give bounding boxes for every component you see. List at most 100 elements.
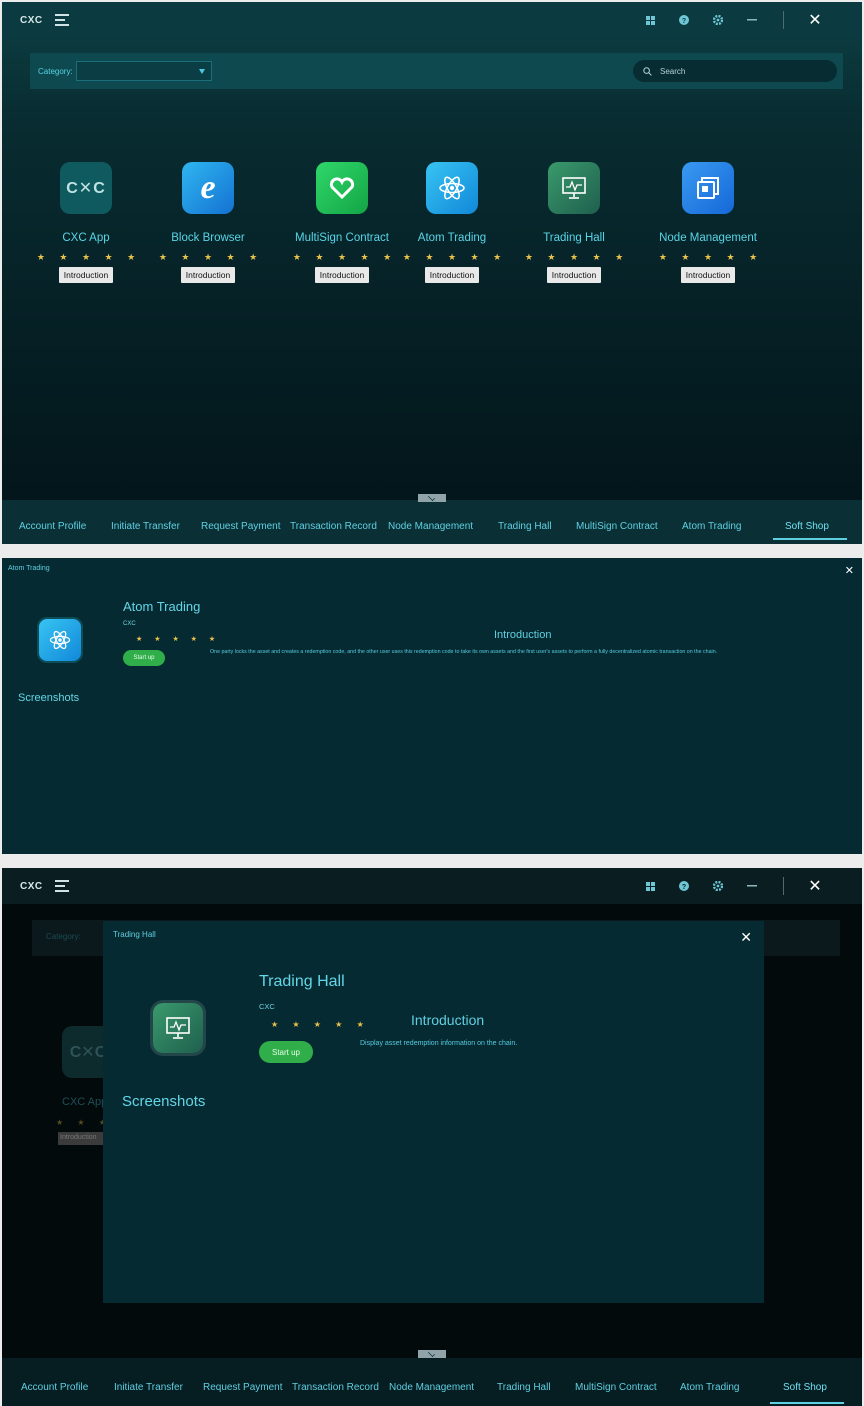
introduction-button[interactable]: Introduction [58,267,114,283]
close-icon[interactable]: ✕ [740,929,752,946]
menu-icon[interactable] [54,14,69,26]
nav-item-soft-shop[interactable]: Soft Shop [785,521,829,532]
app-name: Atom Trading [417,232,487,244]
start-up-button[interactable]: Start up [259,1041,313,1063]
close-icon[interactable]: ✕ [798,10,832,30]
browser-e-icon[interactable]: e [182,162,234,214]
app-card-atom-trading[interactable]: Atom Trading ★ ★ ★ ★ ★ Introduction [392,162,512,283]
nav-item-atom-trading[interactable]: Atom Trading [682,521,741,532]
close-icon[interactable]: ✕ [845,564,854,577]
nav-item-trading-hall[interactable]: Trading Hall [497,1382,551,1393]
screenshots-heading: Screenshots [122,1093,206,1110]
introduction-button[interactable]: Introduction [314,267,370,283]
nav-item-request-payment[interactable]: Request Payment [201,521,281,532]
chevron-down-icon [199,69,205,74]
rating-stars: ★ ★ ★ ★ ★ [292,252,398,262]
minimize-icon[interactable] [735,19,769,21]
app-card-cxc-app[interactable]: C✕C CXC App ★ ★ ★ ★ ★ Introduction [26,162,146,283]
nav-item-trading-hall[interactable]: Trading Hall [498,521,552,532]
monitor-chart-icon[interactable] [548,162,600,214]
category-label: Category: [38,67,73,76]
nav-item-account-profile[interactable]: Account Profile [19,521,86,532]
menu-icon[interactable] [54,880,69,892]
introduction-heading: Introduction [494,629,552,641]
nav-item-node-management[interactable]: Node Management [388,521,473,532]
introduction-text: Display asset redemption information on … [360,1040,518,1047]
nav-item-request-payment[interactable]: Request Payment [203,1382,283,1393]
introduction-button[interactable]: Introduction [680,267,736,283]
svg-text:?: ? [682,884,686,891]
dimmed-app-name: CXC App [62,1096,108,1108]
vendor-label: CXC [123,621,136,627]
titlebar: CXC ? ✕ [2,868,862,904]
dimmed-category-label: Category: [46,932,81,941]
active-tab-indicator [773,538,847,540]
help-icon[interactable]: ? [667,881,701,891]
collapse-chevron-icon[interactable] [418,494,446,502]
search-icon [643,66,652,76]
titlebar: CXC ? ✕ [2,2,862,38]
search-input[interactable]: Search [633,60,837,82]
nav-item-atom-trading[interactable]: Atom Trading [680,1382,739,1393]
rating-stars: ★ ★ ★ ★ ★ [524,252,630,262]
settings-gear-icon[interactable] [701,15,735,25]
nav-item-initiate-transfer[interactable]: Initiate Transfer [111,521,180,532]
app-card-multisign-contract[interactable]: MultiSign Contract ★ ★ ★ ★ ★ Introductio… [282,162,402,283]
bottom-nav: Account Profile Initiate Transfer Reques… [2,494,862,544]
nav-item-node-management[interactable]: Node Management [389,1382,474,1393]
rating-stars: ★ ★ ★ ★ ★ [658,252,764,262]
nav-item-transaction-record[interactable]: Transaction Record [292,1382,379,1393]
app-name: CXC App [62,232,110,244]
soft-shop-window: CXC ? ✕ Category: Search C✕C CXC App ★ ★… [2,2,862,544]
modal-title: Trading Hall [113,930,156,939]
collapse-chevron-icon[interactable] [418,1350,446,1358]
introduction-button[interactable]: Introduction [180,267,236,283]
titlebar-separator [783,11,784,29]
start-up-button[interactable]: Start up [123,650,165,666]
introduction-button[interactable]: Introduction [424,267,480,283]
introduction-heading: Introduction [411,1012,485,1028]
nav-item-soft-shop[interactable]: Soft Shop [783,1382,827,1393]
window-stack-icon[interactable] [682,162,734,214]
app-card-trading-hall[interactable]: Trading Hall ★ ★ ★ ★ ★ Introduction [514,162,634,283]
atom-icon[interactable] [426,162,478,214]
settings-gear-icon[interactable] [701,881,735,891]
minimize-icon[interactable] [735,885,769,887]
nav-item-transaction-record[interactable]: Transaction Record [290,521,377,532]
introduction-button[interactable]: Introduction [546,267,602,283]
rating-stars: ★ ★ ★ ★ ★ [271,1020,370,1029]
app-name: Node Management [659,232,757,244]
cxc-logo-icon[interactable]: C✕C [60,162,112,214]
titlebar-separator [783,877,784,895]
close-icon[interactable]: ✕ [798,876,832,896]
monitor-chart-icon [153,1003,203,1053]
window-title: Atom Trading [8,565,50,572]
apps-grid-icon[interactable] [633,881,667,891]
app-name: MultiSign Contract [295,232,389,244]
bottom-nav: Account Profile Initiate Transfer Reques… [2,1350,862,1406]
atom-icon [39,619,81,661]
vendor-label: CXC [259,1002,275,1011]
active-tab-indicator [770,1402,844,1404]
app-grid: C✕C CXC App ★ ★ ★ ★ ★ Introduction e Blo… [2,162,862,292]
category-select[interactable] [76,61,212,81]
app-card-node-management[interactable]: Node Management ★ ★ ★ ★ ★ Introduction [648,162,768,283]
rating-stars: ★ ★ ★ ★ ★ [158,252,264,262]
rating-stars: ★ ★ ★ ★ ★ [136,636,221,643]
trading-hall-modal-screen: CXC ? ✕ Category: C✕C CXC App ★ ★ ★ ★ ★ … [2,868,862,1406]
app-card-block-browser[interactable]: e Block Browser ★ ★ ★ ★ ★ Introduction [148,162,268,283]
help-icon[interactable]: ? [667,15,701,25]
app-title: Atom Trading [123,599,201,614]
search-placeholder: Search [660,66,686,76]
nav-item-account-profile[interactable]: Account Profile [21,1382,88,1393]
nav-item-multisign-contract[interactable]: MultiSign Contract [575,1382,657,1393]
app-name: Trading Hall [543,232,605,244]
infinity-heart-icon[interactable] [316,162,368,214]
nav-item-initiate-transfer[interactable]: Initiate Transfer [114,1382,183,1393]
rating-stars: ★ ★ ★ ★ ★ [402,252,508,262]
cxc-logo: CXC [20,880,43,892]
nav-item-multisign-contract[interactable]: MultiSign Contract [576,521,658,532]
cxc-logo: CXC [20,14,43,26]
atom-trading-detail-window: Atom Trading ✕ Atom Trading CXC ★ ★ ★ ★ … [2,558,862,854]
apps-grid-icon[interactable] [633,15,667,25]
